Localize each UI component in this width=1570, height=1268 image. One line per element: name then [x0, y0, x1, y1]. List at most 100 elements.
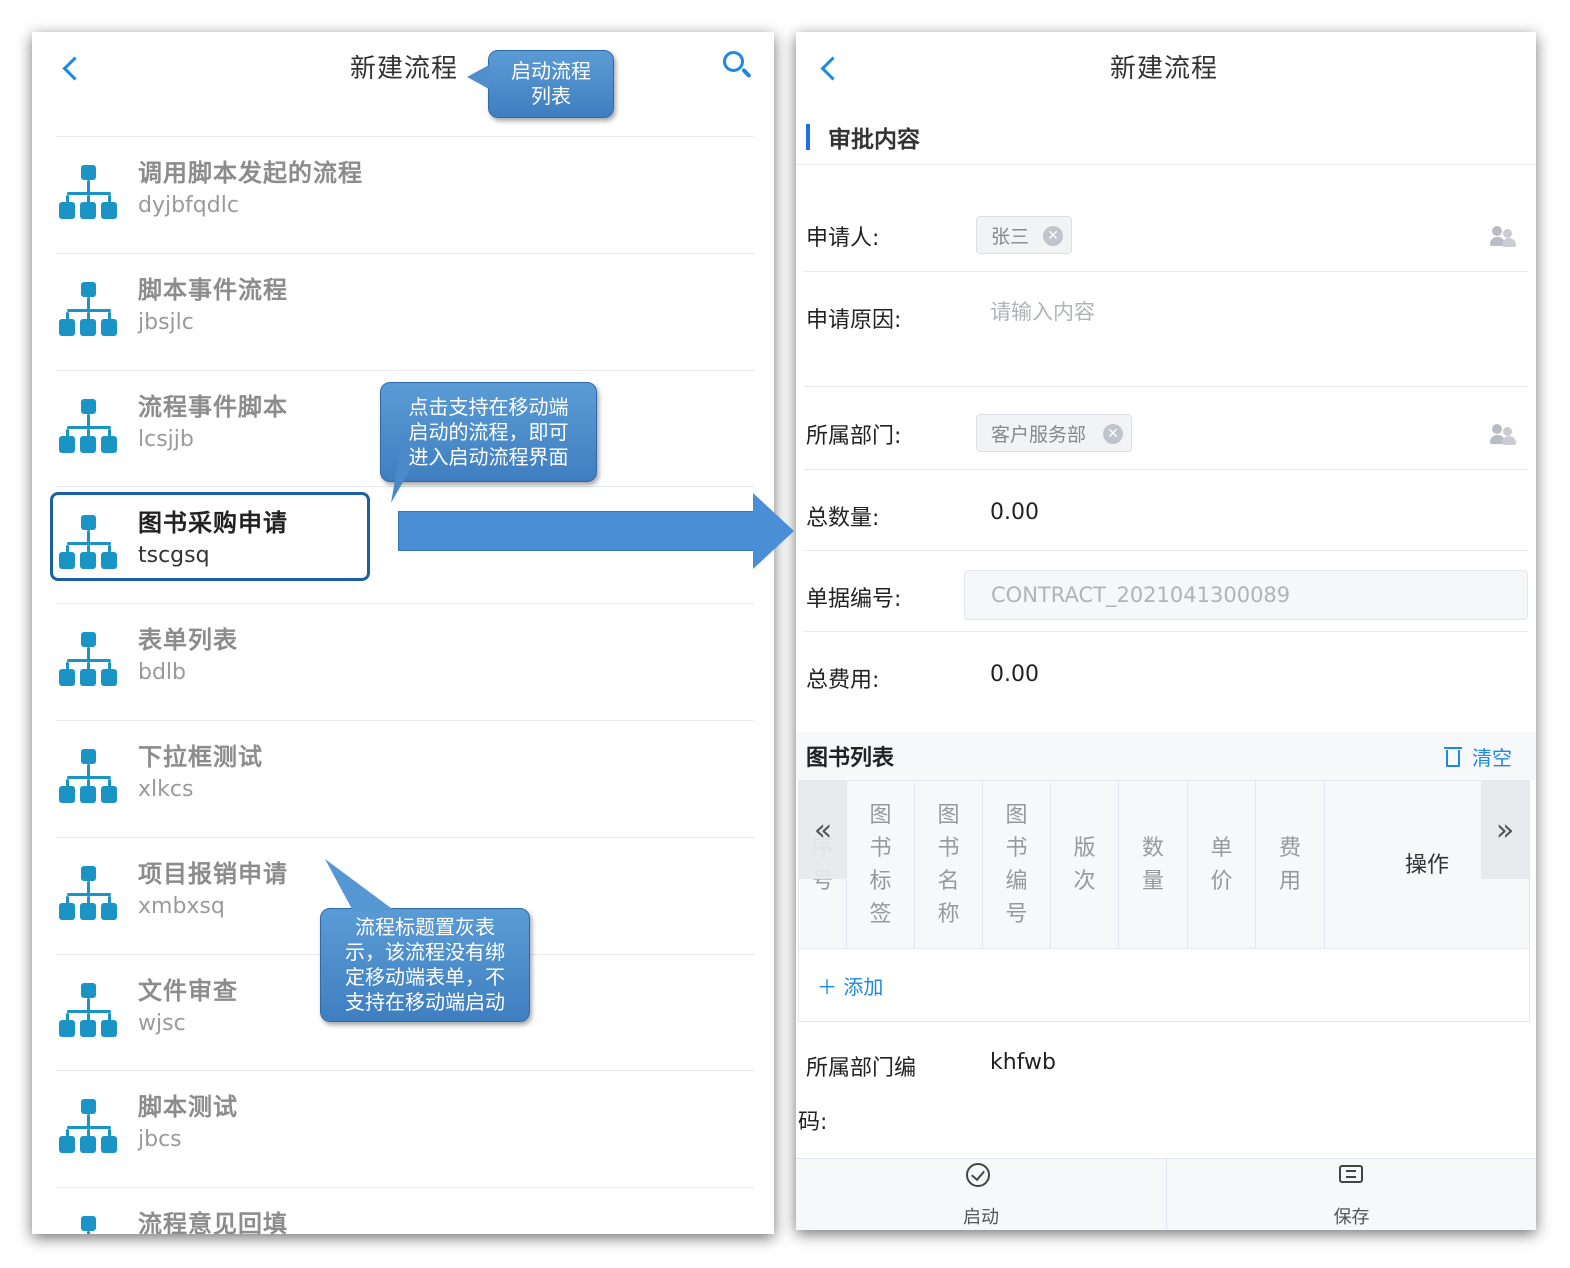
flow-tree-icon — [59, 1099, 119, 1157]
right-arrow-icon — [398, 493, 794, 569]
book-list-title: 图书列表 — [806, 746, 895, 771]
flow-tree-icon — [59, 398, 119, 457]
start-button[interactable]: 启动 — [796, 1159, 1166, 1230]
flow-name: 项目报销申请 — [138, 859, 288, 888]
total-cost-value: 0.00 — [990, 662, 1039, 687]
page-title: 新建流程 — [1110, 54, 1219, 84]
doc-no-input: CONTRACT_2021041300089 — [964, 570, 1528, 620]
flow-code: dyjbfqdlc — [138, 193, 239, 218]
divider — [804, 550, 1528, 551]
back-icon[interactable] — [818, 50, 842, 86]
column-header: 图书编号 — [983, 781, 1051, 949]
dept-code-value: khfwb — [990, 1050, 1056, 1075]
flow-list-screen: 新建流程 调用脚本发起的流程 dyjbfqdlc 脚本事件流程 jbsjlc 流… — [32, 32, 774, 1234]
remove-tag-icon[interactable]: ✕ — [1103, 424, 1123, 444]
flow-name: 文件审查 — [138, 976, 238, 1005]
divider — [804, 386, 1528, 387]
reason-textarea[interactable]: 请输入内容 — [990, 296, 1530, 380]
flow-tree-icon — [59, 865, 119, 924]
column-header: 费用 — [1256, 781, 1325, 949]
flow-item[interactable]: 下拉框测试 xlkcs — [56, 719, 754, 837]
flow-item[interactable]: 表单列表 bdlb — [56, 603, 754, 720]
dept-tag-text: 客户服务部 — [991, 423, 1087, 446]
divider — [804, 631, 1528, 632]
flow-name: 下拉框测试 — [138, 742, 263, 771]
callout-text: 流程标题置灰表示，该流程没有绑定移动端表单，不支持在移动端启动 — [345, 915, 505, 1014]
scroll-right-icon[interactable]: » — [1481, 781, 1529, 879]
flow-item[interactable]: 脚本测试 jbcs — [56, 1070, 754, 1187]
column-header: 数量 — [1119, 781, 1188, 949]
flow-name: 流程事件脚本 — [138, 392, 288, 421]
flow-name: 脚本测试 — [138, 1093, 238, 1122]
trash-icon — [1444, 746, 1462, 767]
action-bar: 启动 保存 — [796, 1158, 1536, 1230]
highlight-box — [50, 492, 370, 581]
clear-label: 清空 — [1472, 746, 1512, 770]
applicant-tag-text: 张三 — [991, 225, 1030, 248]
scroll-left-icon[interactable]: « — [799, 781, 847, 879]
book-table-header: 序号 图书标签 图书名称 图书编号 版次 数量 单价 费用 操作 — [799, 781, 1529, 949]
page-title: 新建流程 — [350, 54, 459, 84]
flow-name: 调用脚本发起的流程 — [138, 159, 363, 187]
back-icon[interactable] — [60, 50, 84, 86]
section-accent-bar — [806, 124, 810, 150]
flow-code: jbsjlc — [138, 309, 194, 335]
flow-code: jbcs — [138, 1127, 182, 1153]
flow-tree-icon — [59, 1216, 119, 1234]
callout-click-hint: 点击支持在移动端启动的流程，即可进入启动流程界面 — [380, 382, 597, 503]
flow-name: 流程意见回填 — [138, 1210, 288, 1234]
flow-name: 脚本事件流程 — [138, 275, 288, 304]
save-label: 保存 — [1333, 1207, 1370, 1228]
callout-list-title: 启动流程列表 — [467, 50, 614, 118]
dept-code-label-wrap: 码: — [798, 1110, 828, 1135]
section-title: 审批内容 — [828, 127, 920, 153]
user-select-icon[interactable] — [1490, 226, 1516, 248]
section-header: 审批内容 — [806, 120, 1536, 164]
applicant-tag[interactable]: 张三 ✕ — [976, 216, 1072, 254]
dept-tag[interactable]: 客户服务部 ✕ — [976, 414, 1132, 452]
reason-label: 申请原因: — [806, 308, 902, 333]
callout-grey-hint: 流程标题置灰表示，该流程没有绑定移动端表单，不支持在移动端启动 — [320, 859, 530, 1022]
flow-code: bdlb — [138, 660, 187, 686]
column-header: 图书标签 — [847, 781, 915, 949]
search-icon[interactable] — [722, 50, 752, 82]
book-table: 序号 图书标签 图书名称 图书编号 版次 数量 单价 费用 操作 « » ＋ 添… — [798, 780, 1530, 1022]
remove-tag-icon[interactable]: ✕ — [1043, 226, 1063, 246]
dept-code-label: 所属部门编 — [806, 1056, 917, 1081]
add-row-button[interactable]: ＋ 添加 — [817, 971, 883, 1000]
column-header: 单价 — [1188, 781, 1256, 949]
doc-no-label: 单据编号: — [806, 587, 902, 612]
flow-code: xmbxsq — [138, 893, 225, 919]
applicant-label: 申请人: — [806, 226, 880, 251]
flow-tree-icon — [59, 281, 119, 340]
flow-item[interactable]: 调用脚本发起的流程 dyjbfqdlc — [56, 136, 754, 253]
total-qty-label: 总数量: — [806, 506, 880, 531]
divider — [804, 469, 1528, 470]
flow-code: wjsc — [138, 1010, 186, 1036]
flow-item[interactable]: 流程意见回填 — [56, 1187, 754, 1234]
start-label: 启动 — [963, 1207, 999, 1228]
total-cost-label: 总费用: — [806, 668, 880, 693]
flow-tree-icon — [59, 748, 119, 807]
save-button[interactable]: 保存 — [1166, 1159, 1536, 1230]
flow-item[interactable]: 脚本事件流程 jbsjlc — [56, 252, 754, 370]
flow-name: 表单列表 — [138, 626, 238, 655]
book-list-header: 图书列表 清空 — [796, 732, 1536, 780]
flow-tree-icon — [59, 632, 119, 690]
flow-tree-icon — [59, 982, 119, 1041]
total-qty-value: 0.00 — [990, 500, 1039, 525]
column-header: 版次 — [1051, 781, 1119, 949]
flow-tree-icon — [59, 165, 119, 223]
divider — [796, 164, 1536, 165]
divider — [804, 271, 1528, 272]
new-flow-form-screen: 新建流程 审批内容 申请人: 张三 ✕ 申请原因: 请输入内容 所属部门: 客户… — [796, 32, 1536, 1230]
column-header: 图书名称 — [915, 781, 983, 949]
flow-code: lcsjjb — [138, 426, 194, 452]
callout-text: 启动流程列表 — [511, 59, 591, 108]
clear-button[interactable]: 清空 — [1444, 742, 1512, 771]
check-circle-icon — [966, 1163, 990, 1187]
flow-code: xlkcs — [138, 776, 194, 802]
dept-select-icon[interactable] — [1490, 424, 1516, 446]
dept-label: 所属部门: — [806, 424, 902, 449]
callout-text: 点击支持在移动端启动的流程，即可进入启动流程界面 — [408, 394, 569, 469]
